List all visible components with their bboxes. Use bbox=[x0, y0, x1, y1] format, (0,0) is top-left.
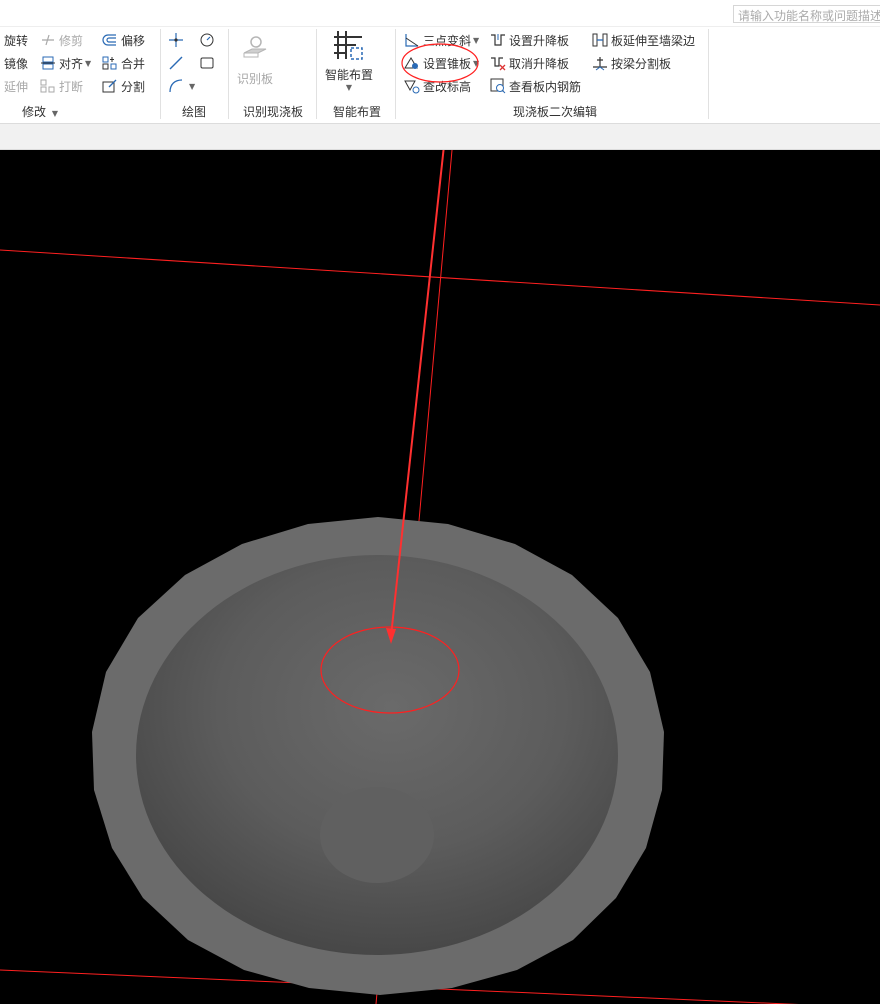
trim-button[interactable]: 修剪 bbox=[40, 30, 83, 50]
extend-edge-icon bbox=[592, 32, 608, 48]
cancel-raise-slab-label: 取消升降板 bbox=[509, 56, 570, 71]
view-rebar-button[interactable]: 查看板内钢筋 bbox=[490, 76, 581, 96]
smart-layout-button[interactable]: 智能布置 ▼ bbox=[322, 29, 376, 92]
mirror-label: 镜像 bbox=[4, 56, 29, 71]
chevron-down-icon: ▼ bbox=[51, 109, 58, 118]
chevron-down-icon[interactable]: ▼ bbox=[85, 59, 91, 68]
break-icon bbox=[40, 78, 56, 94]
point-icon bbox=[168, 32, 184, 48]
recognize-group-label: 识别现浇板 bbox=[243, 105, 304, 119]
rebar-view-icon bbox=[490, 78, 506, 94]
recognize-slab-label: 识别板 bbox=[236, 72, 273, 86]
rotate-label: 旋转 bbox=[4, 33, 29, 48]
chevron-down-icon: ▼ bbox=[345, 83, 353, 92]
smart-layout-label: 智能布置 bbox=[324, 68, 373, 82]
divider bbox=[228, 29, 229, 119]
view-rebar-label: 查看板内钢筋 bbox=[509, 79, 582, 94]
align-label: 对齐 bbox=[59, 56, 84, 71]
trim-icon bbox=[40, 32, 56, 48]
merge-label: 合并 bbox=[121, 56, 146, 71]
set-raise-slab-label: 设置升降板 bbox=[509, 33, 570, 48]
split-by-beam-button[interactable]: 按梁分割板 bbox=[592, 53, 671, 73]
status-strip bbox=[0, 123, 880, 150]
draw-arc-button[interactable]: ▼ bbox=[168, 76, 195, 96]
merge-icon bbox=[102, 55, 118, 71]
align-button[interactable]: 对齐 ▼ bbox=[40, 53, 91, 73]
offset-icon bbox=[102, 32, 118, 48]
rectangle-icon bbox=[199, 55, 215, 71]
search-input[interactable]: 请输入功能名称或问题描述 bbox=[733, 5, 880, 23]
3d-viewport[interactable] bbox=[0, 150, 880, 1004]
rotate-button[interactable]: 旋转 bbox=[4, 30, 28, 50]
raise-slab-icon bbox=[490, 32, 506, 48]
smart-layout-icon bbox=[332, 29, 364, 63]
cancel-raise-icon bbox=[490, 55, 506, 71]
axis-line bbox=[0, 249, 880, 306]
offset-button[interactable]: 偏移 bbox=[102, 30, 145, 50]
set-raise-slab-button[interactable]: 设置升降板 bbox=[490, 30, 569, 50]
extend-to-edge-label: 板延伸至墙梁边 bbox=[611, 33, 696, 48]
trim-label: 修剪 bbox=[59, 33, 84, 48]
recognize-slab-icon bbox=[240, 33, 268, 61]
align-icon bbox=[40, 55, 56, 71]
extend-to-edge-button[interactable]: 板延伸至墙梁边 bbox=[592, 30, 695, 50]
divider bbox=[708, 29, 709, 119]
cancel-raise-slab-button[interactable]: 取消升降板 bbox=[490, 53, 569, 73]
cone-slab-inner bbox=[136, 555, 618, 955]
break-button[interactable]: 打断 bbox=[40, 76, 83, 96]
extend-label: 延伸 bbox=[4, 79, 29, 94]
cone-slab-bottom bbox=[320, 787, 434, 883]
draw-rect-button[interactable] bbox=[199, 53, 218, 73]
title-bar: 请输入功能名称或问题描述 bbox=[0, 0, 880, 26]
draw-line-button[interactable] bbox=[168, 53, 187, 73]
ribbon: 旋转 修剪 偏移 镜像 对齐 ▼ 合并 延伸 打断 分割 修改 ▼ ▼ 绘图 识… bbox=[0, 26, 880, 124]
split-icon bbox=[102, 78, 118, 94]
merge-button[interactable]: 合并 bbox=[102, 53, 145, 73]
split-button[interactable]: 分割 bbox=[102, 76, 145, 96]
arc-icon bbox=[168, 78, 184, 94]
chevron-down-icon: ▼ bbox=[189, 81, 196, 91]
divider bbox=[395, 29, 396, 119]
offset-label: 偏移 bbox=[121, 33, 146, 48]
mirror-button[interactable]: 镜像 bbox=[4, 53, 28, 73]
slab-edit-group-label: 现浇板二次编辑 bbox=[513, 105, 598, 119]
rotate-point-icon bbox=[199, 32, 215, 48]
line-icon bbox=[168, 55, 184, 71]
recognize-slab-button[interactable]: 识别板 bbox=[234, 33, 276, 87]
modify-group-label[interactable]: 修改 ▼ bbox=[22, 103, 58, 120]
split-by-beam-label: 按梁分割板 bbox=[611, 56, 672, 71]
draw-group-label: 绘图 bbox=[182, 105, 207, 119]
split-label: 分割 bbox=[121, 79, 146, 94]
draw-rotate-point-button[interactable] bbox=[199, 30, 218, 50]
split-beam-icon bbox=[592, 55, 608, 71]
draw-point-button[interactable] bbox=[168, 30, 187, 50]
annotation-circle-ribbon bbox=[401, 43, 479, 83]
extend-button[interactable]: 延伸 bbox=[4, 76, 28, 96]
smart-group-label: 智能布置 bbox=[333, 105, 382, 119]
divider bbox=[316, 29, 317, 119]
break-label: 打断 bbox=[59, 79, 84, 94]
divider bbox=[160, 29, 161, 119]
